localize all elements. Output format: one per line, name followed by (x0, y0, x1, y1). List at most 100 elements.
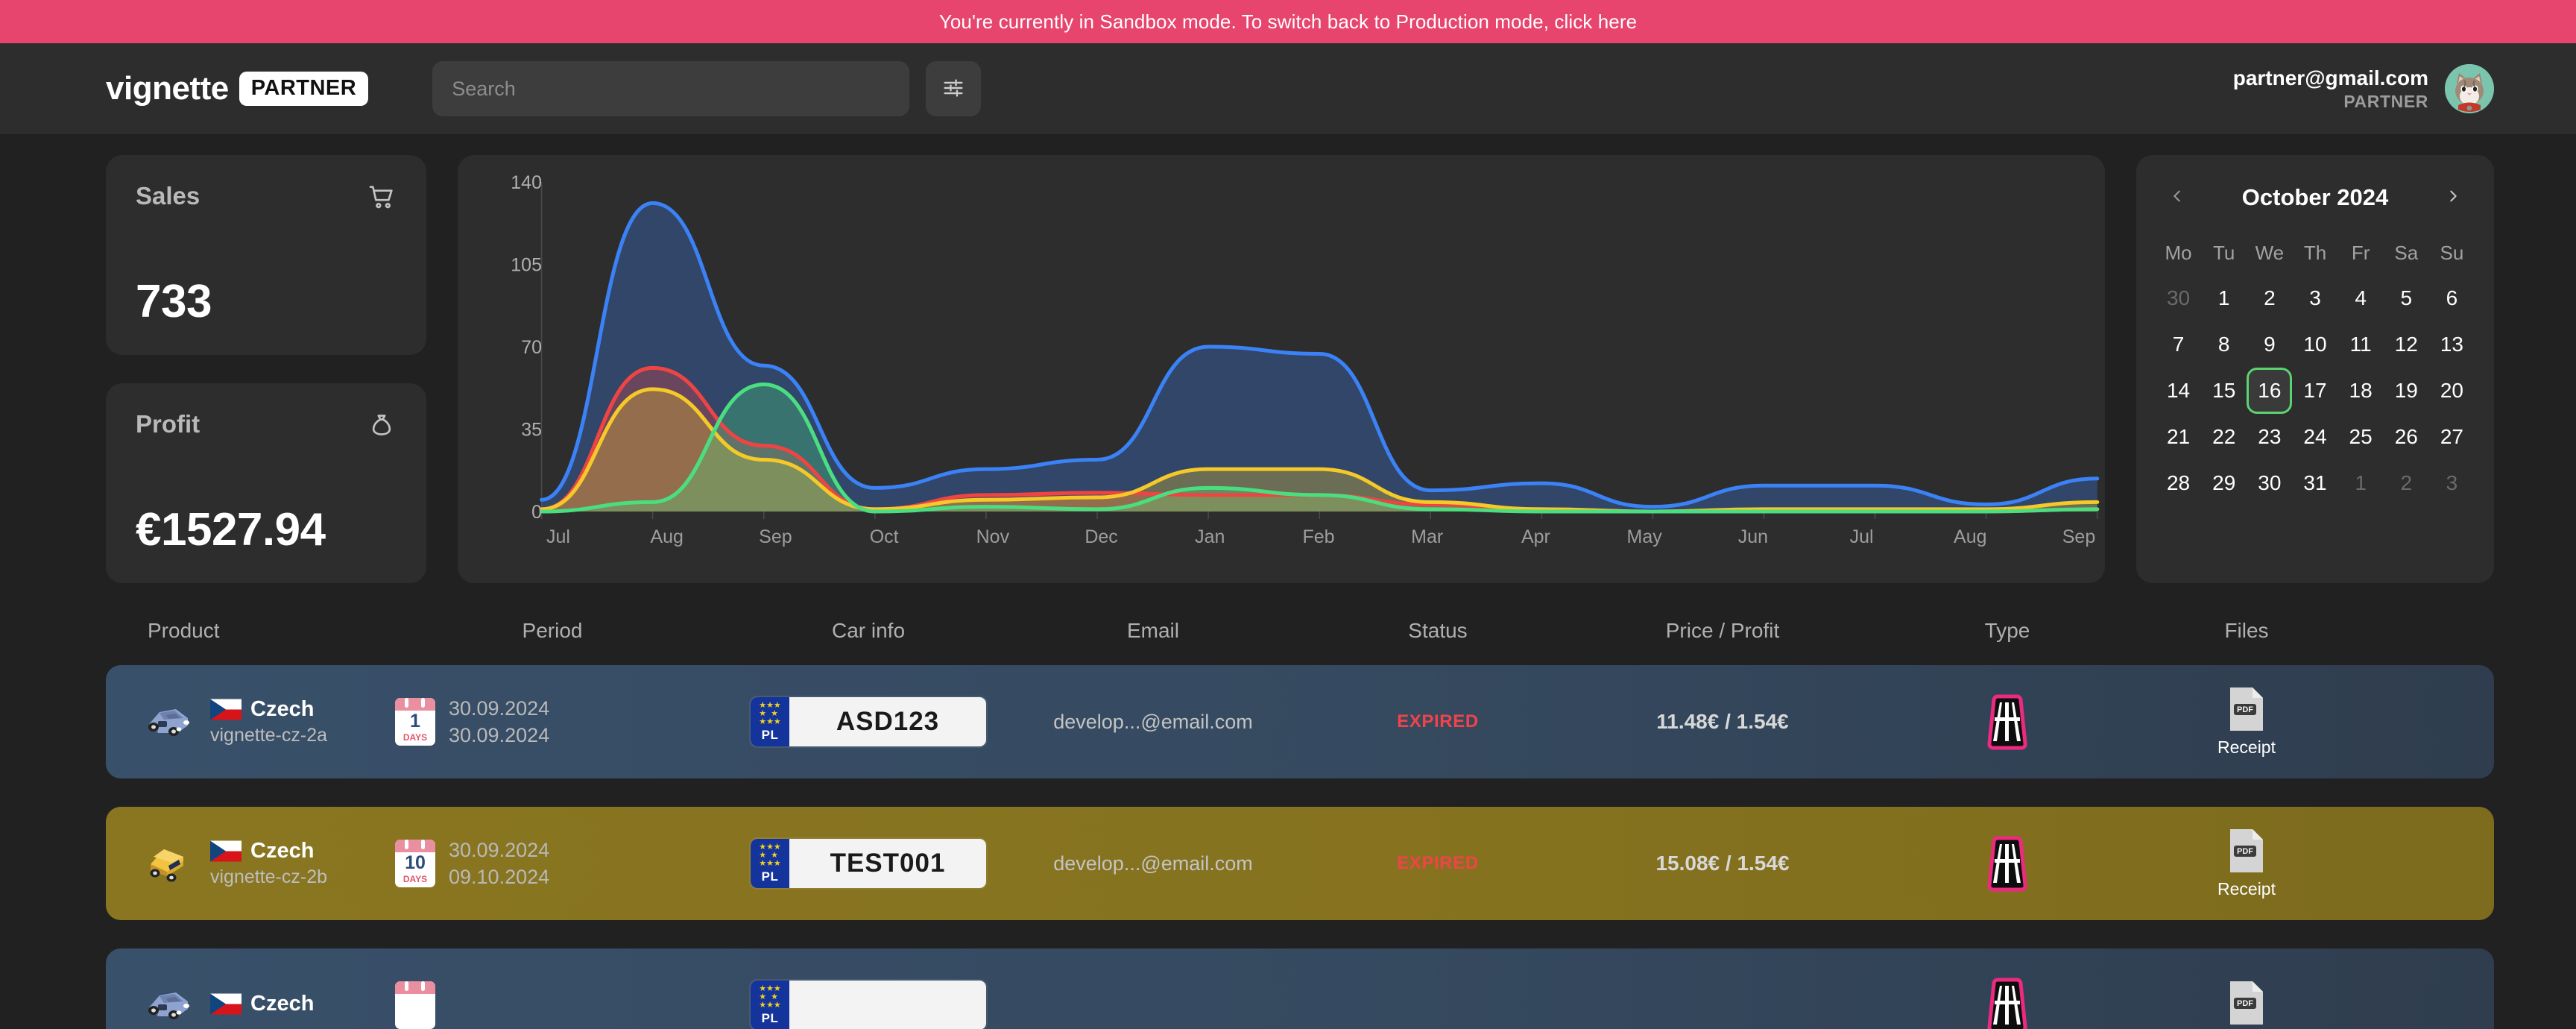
calendar-prev-button[interactable] (2156, 176, 2199, 219)
column-header-car-info: Car info (831, 619, 906, 642)
calendar-day[interactable]: 9 (2247, 321, 2292, 368)
plate-country-code: PL (761, 1011, 779, 1025)
calendar-day[interactable]: 31 (2292, 460, 2337, 506)
svg-text:Jan: Jan (1195, 526, 1225, 547)
table-row[interactable]: Czech ★★★ ★ ★ ★★★ PL PDF (106, 948, 2494, 1029)
calendar-day[interactable]: 14 (2156, 368, 2201, 414)
svg-text:70: 70 (521, 337, 542, 358)
days-count: 10 (405, 852, 426, 873)
calendar-day[interactable]: 17 (2292, 368, 2337, 414)
chart-axis-labels: 0 35 70 105 140 Jul Aug Sep Oct Nov Dec Jan Feb Mar Ap… (511, 172, 2095, 547)
calendar-day[interactable]: 29 (2201, 460, 2247, 506)
brand-logo[interactable]: vignette PARTNER (106, 70, 369, 107)
kpi-column: Sales 733 Profit €1527.94 (106, 155, 426, 583)
calendar-day[interactable]: 13 (2429, 321, 2475, 368)
user-menu[interactable]: partner@gmail.com PARTNER (2233, 64, 2494, 113)
chevron-left-icon (2169, 185, 2185, 210)
calendar-day[interactable]: 7 (2156, 321, 2201, 368)
calendar-day[interactable]: 15 (2201, 368, 2247, 414)
cat-avatar-icon (2445, 64, 2494, 113)
eu-stars-icon: ★★★ ★ ★ ★★★ (759, 843, 781, 868)
svg-text:Sep: Sep (759, 526, 792, 547)
calendar-day[interactable]: 23 (2247, 414, 2292, 460)
calendar-day[interactable]: 1 (2338, 460, 2384, 506)
calendar-day[interactable]: 16 (2247, 368, 2293, 414)
calendar-next-button[interactable] (2431, 176, 2475, 219)
file-label: Receipt (2217, 737, 2276, 757)
days-count (395, 994, 435, 1026)
days-label: DAYS (402, 732, 428, 743)
cell-status: EXPIRED (1295, 711, 1580, 732)
calendar-day[interactable]: 11 (2338, 321, 2384, 368)
cell-type[interactable] (1865, 835, 2150, 892)
pdf-file-icon[interactable]: PDF (2227, 828, 2266, 874)
receipt-file[interactable]: PDF (2227, 980, 2266, 1029)
avatar[interactable] (2445, 64, 2494, 113)
cz-flag-icon (210, 699, 242, 720)
pdf-file-icon[interactable]: PDF (2227, 980, 2266, 1026)
table-row[interactable]: Czech vignette-cz-2a 1 DAYS 30.09.2024 3… (106, 665, 2494, 778)
calendar-header: October 2024 (2156, 176, 2475, 219)
svg-text:May: May (1627, 526, 1663, 547)
calendar-day[interactable]: 5 (2384, 275, 2429, 321)
calendar-day[interactable]: 1 (2201, 275, 2247, 321)
calendar-day[interactable]: 2 (2384, 460, 2429, 506)
cell-type[interactable] (1865, 977, 2150, 1029)
sandbox-banner-text: You're currently in Sandbox mode. To swi… (938, 10, 1638, 33)
calendar-day[interactable]: 30 (2156, 275, 2201, 321)
pdf-file-icon[interactable]: PDF (2227, 686, 2266, 732)
svg-text:35: 35 (521, 420, 542, 441)
motorway-icon[interactable] (1986, 835, 2029, 892)
calendar-day[interactable]: 10 (2292, 321, 2337, 368)
search-area (432, 61, 982, 116)
cell-type[interactable] (1865, 693, 2150, 750)
calendar-day[interactable]: 20 (2429, 368, 2475, 414)
brand-partner-badge: PARTNER (239, 72, 369, 106)
motorway-icon[interactable] (1986, 693, 2029, 750)
search-input[interactable] (432, 61, 910, 116)
receipt-file[interactable]: PDF Receipt (2217, 686, 2276, 758)
motorway-icon[interactable] (1986, 977, 2029, 1029)
calendar-dow: Su (2440, 242, 2464, 264)
column-header-status: Status (1408, 619, 1468, 642)
calendar-day[interactable]: 2 (2247, 275, 2292, 321)
cell-product: Czech vignette-cz-2a (106, 697, 379, 746)
svg-text:Aug: Aug (1954, 526, 1986, 547)
sliders-icon (941, 75, 966, 103)
calendar-day[interactable]: 12 (2384, 321, 2429, 368)
calendar-day[interactable]: 6 (2429, 275, 2475, 321)
calendar-day[interactable]: 18 (2338, 368, 2384, 414)
calendar-day[interactable]: 25 (2338, 414, 2384, 460)
svg-text:Dec: Dec (1085, 526, 1117, 547)
calendar-day[interactable]: 8 (2201, 321, 2247, 368)
calendar-day[interactable]: 30 (2247, 460, 2292, 506)
calendar-day[interactable]: 27 (2429, 414, 2475, 460)
eu-stars-icon: ★★★ ★ ★ ★★★ (759, 701, 781, 726)
receipt-file[interactable]: PDF Receipt (2217, 828, 2276, 899)
table-row[interactable]: Czech vignette-cz-2b 10 DAYS 30.09.2024 … (106, 807, 2494, 920)
calendar-title: October 2024 (2241, 184, 2389, 210)
calendar-day[interactable]: 21 (2156, 414, 2201, 460)
user-info: partner@gmail.com PARTNER (2233, 66, 2428, 112)
calendar-day[interactable]: 28 (2156, 460, 2201, 506)
calendar-day[interactable]: 3 (2292, 275, 2337, 321)
cz-flag-icon (210, 993, 242, 1014)
calendar-day[interactable]: 22 (2201, 414, 2247, 460)
calendar-day[interactable]: 3 (2429, 460, 2475, 506)
sandbox-mode-banner[interactable]: You're currently in Sandbox mode. To swi… (0, 0, 2576, 43)
calendar-day[interactable]: 26 (2384, 414, 2429, 460)
calendar-day[interactable]: 4 (2338, 275, 2384, 321)
sales-area-chart[interactable]: 0 35 70 105 140 Jul Aug Sep Oct Nov Dec Jan Feb Mar Ap… (458, 155, 2105, 583)
brand-name: vignette (106, 70, 229, 107)
calendar-day[interactable]: 24 (2292, 414, 2337, 460)
car-icon (148, 708, 189, 736)
cell-email: develop...@email.com (1011, 852, 1295, 875)
filter-button[interactable] (926, 61, 982, 116)
days-badge (395, 981, 435, 1029)
license-plate: ★★★ ★ ★ ★★★ PL TEST001 (751, 839, 986, 888)
calendar-grid: Mo Tu We Th Fr Sa Su 30 1 2 3 4 5 6 7 8 9 10 11 12 13 14 15 16 1… (2156, 234, 2475, 506)
column-header-email: Email (1126, 619, 1179, 642)
calendar-day[interactable]: 19 (2384, 368, 2429, 414)
price-profit-value: 11.48€ / 1.54€ (1656, 710, 1789, 733)
svg-text:Jul: Jul (546, 526, 570, 547)
